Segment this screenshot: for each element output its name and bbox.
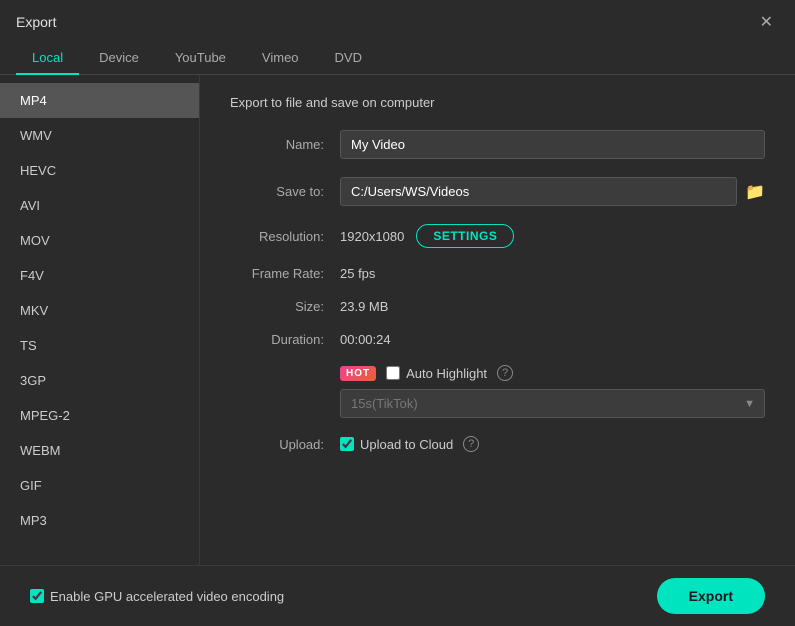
auto-highlight-text: Auto Highlight <box>406 366 487 381</box>
duration-row: Duration: 00:00:24 <box>230 332 765 347</box>
footer: Enable GPU accelerated video encoding Ex… <box>0 565 795 626</box>
tab-device[interactable]: Device <box>83 42 155 75</box>
duration-value: 00:00:24 <box>340 332 391 347</box>
tab-youtube[interactable]: YouTube <box>159 42 242 75</box>
export-window: Export ✕ Local Device YouTube Vimeo DVD … <box>0 0 795 626</box>
save-to-input[interactable] <box>340 177 737 206</box>
auto-highlight-label[interactable]: Auto Highlight <box>386 366 487 381</box>
sidebar-item-hevc[interactable]: HEVC <box>0 153 199 188</box>
tiktok-dropdown-wrapper: 15s(TikTok) ▼ <box>340 389 765 418</box>
export-button[interactable]: Export <box>657 578 765 614</box>
auto-highlight-row: HOT Auto Highlight ? 15s(TikTok) ▼ <box>230 365 765 418</box>
size-label: Size: <box>230 299 340 314</box>
resolution-label: Resolution: <box>230 229 340 244</box>
save-to-label: Save to: <box>230 184 340 199</box>
auto-highlight-checkbox[interactable] <box>386 366 400 380</box>
sidebar-item-webm[interactable]: WEBM <box>0 433 199 468</box>
close-button[interactable]: ✕ <box>754 10 779 34</box>
upload-label: Upload: <box>230 437 340 452</box>
sidebar-item-3gp[interactable]: 3GP <box>0 363 199 398</box>
upload-to-cloud-checkbox[interactable] <box>340 437 354 451</box>
frame-rate-value: 25 fps <box>340 266 375 281</box>
frame-rate-control: 25 fps <box>340 266 765 281</box>
content-area: MP4 WMV HEVC AVI MOV F4V MKV TS 3GP MPEG… <box>0 75 795 565</box>
upload-to-cloud-text: Upload to Cloud <box>360 437 453 452</box>
duration-label: Duration: <box>230 332 340 347</box>
duration-control: 00:00:24 <box>340 332 765 347</box>
sidebar-item-mpeg2[interactable]: MPEG-2 <box>0 398 199 433</box>
name-input[interactable] <box>340 130 765 159</box>
sidebar-item-mp4[interactable]: MP4 <box>0 83 199 118</box>
upload-help-icon[interactable]: ? <box>463 436 479 452</box>
name-control <box>340 130 765 159</box>
gpu-acceleration-label[interactable]: Enable GPU accelerated video encoding <box>30 589 284 604</box>
save-to-row: Save to: 📁 <box>230 177 765 206</box>
sidebar-item-wmv[interactable]: WMV <box>0 118 199 153</box>
sidebar-item-f4v[interactable]: F4V <box>0 258 199 293</box>
tiktok-dropdown[interactable]: 15s(TikTok) <box>340 389 765 418</box>
gpu-acceleration-checkbox[interactable] <box>30 589 44 603</box>
window-title: Export <box>16 14 56 30</box>
folder-icon[interactable]: 📁 <box>745 182 765 202</box>
size-row: Size: 23.9 MB <box>230 299 765 314</box>
tab-vimeo[interactable]: Vimeo <box>246 42 315 75</box>
upload-row: Upload: Upload to Cloud ? <box>230 436 765 452</box>
name-label: Name: <box>230 137 340 152</box>
upload-control: Upload to Cloud ? <box>340 436 765 452</box>
sidebar-item-mp3[interactable]: MP3 <box>0 503 199 538</box>
save-to-control: 📁 <box>340 177 765 206</box>
resolution-value: 1920x1080 <box>340 229 404 244</box>
tab-dvd[interactable]: DVD <box>319 42 378 75</box>
resolution-control: 1920x1080 SETTINGS <box>340 224 765 248</box>
gpu-label-text: Enable GPU accelerated video encoding <box>50 589 284 604</box>
name-row: Name: <box>230 130 765 159</box>
sidebar-item-mkv[interactable]: MKV <box>0 293 199 328</box>
sidebar-item-gif[interactable]: GIF <box>0 468 199 503</box>
section-title: Export to file and save on computer <box>230 95 765 110</box>
size-value: 23.9 MB <box>340 299 388 314</box>
sidebar-item-avi[interactable]: AVI <box>0 188 199 223</box>
settings-button[interactable]: SETTINGS <box>416 224 514 248</box>
main-panel: Export to file and save on computer Name… <box>200 75 795 565</box>
sidebar-item-mov[interactable]: MOV <box>0 223 199 258</box>
auto-highlight-help-icon[interactable]: ? <box>497 365 513 381</box>
resolution-row: Resolution: 1920x1080 SETTINGS <box>230 224 765 248</box>
tab-local[interactable]: Local <box>16 42 79 75</box>
tab-bar: Local Device YouTube Vimeo DVD <box>0 42 795 75</box>
frame-rate-label: Frame Rate: <box>230 266 340 281</box>
format-sidebar: MP4 WMV HEVC AVI MOV F4V MKV TS 3GP MPEG… <box>0 75 200 565</box>
frame-rate-row: Frame Rate: 25 fps <box>230 266 765 281</box>
title-bar: Export ✕ <box>0 0 795 42</box>
sidebar-item-ts[interactable]: TS <box>0 328 199 363</box>
upload-to-cloud-label[interactable]: Upload to Cloud <box>340 437 453 452</box>
size-control: 23.9 MB <box>340 299 765 314</box>
hot-badge: HOT <box>340 366 376 381</box>
